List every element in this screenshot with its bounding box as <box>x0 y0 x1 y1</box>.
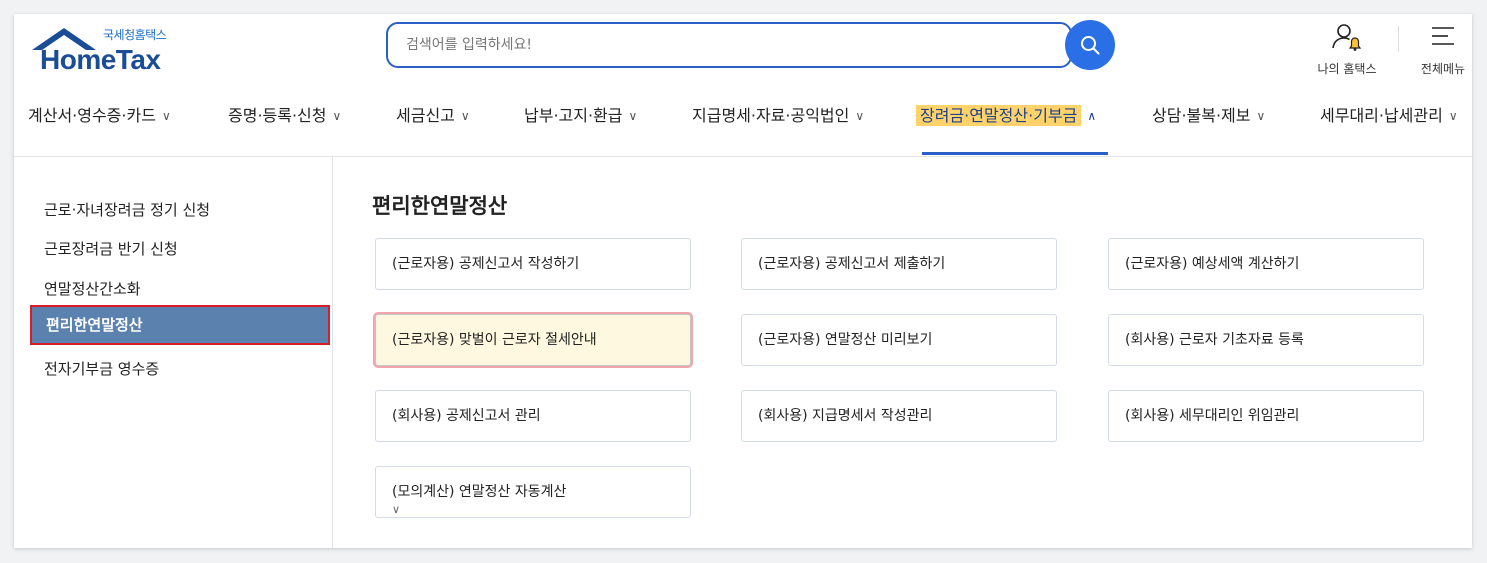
all-menu-label: 전체메뉴 <box>1420 62 1466 76</box>
card-label: (근로자용) 맞벌이 근로자 절세안내 <box>392 332 597 348</box>
search-box <box>386 22 1072 68</box>
nav-item-receipts-cards[interactable]: 계산서·영수증·카드 ∨ <box>28 96 171 136</box>
search-icon <box>1081 36 1100 55</box>
chevron-down-icon: ∨ <box>1448 109 1458 123</box>
hamburger-menu-icon <box>1432 27 1454 45</box>
hometax-logo[interactable]: 국세청홈택스 HomeTax <box>28 22 188 80</box>
my-hometax-label: 나의 홈택스 <box>1317 62 1377 76</box>
sidebar-item-donation-receipt[interactable]: 전자기부금 영수증 <box>44 358 159 379</box>
card-write-deduction-form[interactable]: (근로자용) 공제신고서 작성하기 <box>375 238 691 290</box>
nav-item-label: 세금신고 <box>396 106 455 125</box>
nav-item-label: 증명·등록·신청 <box>228 106 327 125</box>
card-register-employee-data[interactable]: (회사용) 근로자 기초자료 등록 <box>1108 314 1424 366</box>
logo-title: HomeTax <box>40 44 161 75</box>
card-manage-deduction-forms[interactable]: (회사용) 공제신고서 관리 <box>375 390 691 442</box>
nav-item-label: 계산서·영수증·카드 <box>28 106 156 125</box>
main-nav: 계산서·영수증·카드 ∨ 증명·등록·신청 ∨ 세금신고 ∨ 납부·고지·환급 ∨ 지급… <box>14 96 1472 157</box>
page-frame: 국세청홈택스 HomeTax 나의 홈택스 전체메뉴 계산서·영수증·카드 ∨ <box>14 14 1472 548</box>
nav-item-label: 지급명세·자료·공익법인 <box>692 106 850 125</box>
card-label: (회사용) 지급명세서 작성관리 <box>758 408 933 424</box>
search-input[interactable] <box>406 24 1006 66</box>
chevron-up-icon: ∧ <box>1087 109 1097 123</box>
nav-item-incentives-yearend[interactable]: 장려금·연말정산·기부금 ∧ <box>916 96 1096 136</box>
card-submit-deduction-form[interactable]: (근로자용) 공제신고서 제출하기 <box>741 238 1057 290</box>
nav-item-tax-filing[interactable]: 세금신고 ∨ <box>396 96 470 136</box>
sidebar: 근로·자녀장려금 정기 신청 근로장려금 반기 신청 연말정산간소화 편리한연말… <box>14 157 333 548</box>
card-label: (근로자용) 연말정산 미리보기 <box>758 332 933 348</box>
nav-item-payment-refund[interactable]: 납부·고지·환급 ∨ <box>524 96 637 136</box>
card-label: (회사용) 근로자 기초자료 등록 <box>1125 332 1304 348</box>
card-label: (회사용) 공제신고서 관리 <box>392 408 541 424</box>
card-label: (근로자용) 공제신고서 제출하기 <box>758 256 946 272</box>
chevron-down-icon: ∨ <box>1256 109 1266 123</box>
chevron-down-icon: ∨ <box>161 109 171 123</box>
nav-item-label: 상담·불복·제보 <box>1152 106 1251 125</box>
card-yearend-preview[interactable]: (근로자용) 연말정산 미리보기 <box>741 314 1057 366</box>
nav-item-certificates[interactable]: 증명·등록·신청 ∨ <box>228 96 341 136</box>
nav-item-payment-statements[interactable]: 지급명세·자료·공익법인 ∨ <box>692 96 864 136</box>
nav-active-indicator <box>922 152 1108 155</box>
chevron-down-icon: ∨ <box>332 109 342 123</box>
chevron-down-icon: ∨ <box>855 109 865 123</box>
page-title: 편리한연말정산 <box>372 194 508 218</box>
sidebar-item-yearend-simplified[interactable]: 연말정산간소화 <box>44 278 141 299</box>
card-dual-income-tax-guide[interactable]: (근로자용) 맞벌이 근로자 절세안내 <box>375 314 691 366</box>
search-button[interactable] <box>1065 20 1115 70</box>
chevron-down-icon: ∨ <box>460 109 470 123</box>
card-estimate-tax[interactable]: (근로자용) 예상세액 계산하기 <box>1108 238 1424 290</box>
nav-item-label: 세무대리·납세관리 <box>1320 106 1443 125</box>
sidebar-item-incentive-half[interactable]: 근로장려금 반기 신청 <box>44 238 178 259</box>
card-label: (회사용) 세무대리인 위임관리 <box>1125 408 1300 424</box>
sidebar-item-label: 편리한연말정산 <box>46 316 143 334</box>
card-label: (근로자용) 예상세액 계산하기 <box>1125 256 1300 272</box>
nav-item-label: 장려금·연말정산·기부금 <box>916 105 1082 126</box>
logo-subtitle: 국세청홈택스 <box>103 28 167 42</box>
card-mock-calculation[interactable]: (모의계산) 연말정산 자동계산 ∨ <box>375 466 691 518</box>
chevron-down-icon: ∨ <box>392 503 401 516</box>
sidebar-item-incentive-regular[interactable]: 근로·자녀장려금 정기 신청 <box>44 199 210 220</box>
sidebar-item-convenient-yearend[interactable]: 편리한연말정산 <box>30 305 330 345</box>
nav-item-tax-agent[interactable]: 세무대리·납세관리 ∨ <box>1320 96 1458 136</box>
chevron-down-icon: ∨ <box>628 109 638 123</box>
utility-divider <box>1398 26 1399 52</box>
my-hometax-button[interactable]: 나의 홈택스 <box>1308 22 1386 78</box>
nav-item-consult-appeal[interactable]: 상담·불복·제보 ∨ <box>1152 96 1265 136</box>
all-menu-button[interactable]: 전체메뉴 <box>1410 22 1472 78</box>
card-manage-payment-statements[interactable]: (회사용) 지급명세서 작성관리 <box>741 390 1057 442</box>
card-label: (근로자용) 공제신고서 작성하기 <box>392 256 580 272</box>
nav-item-label: 납부·고지·환급 <box>524 106 623 125</box>
card-tax-agent-delegation[interactable]: (회사용) 세무대리인 위임관리 <box>1108 390 1424 442</box>
user-bell-icon <box>1332 24 1362 51</box>
